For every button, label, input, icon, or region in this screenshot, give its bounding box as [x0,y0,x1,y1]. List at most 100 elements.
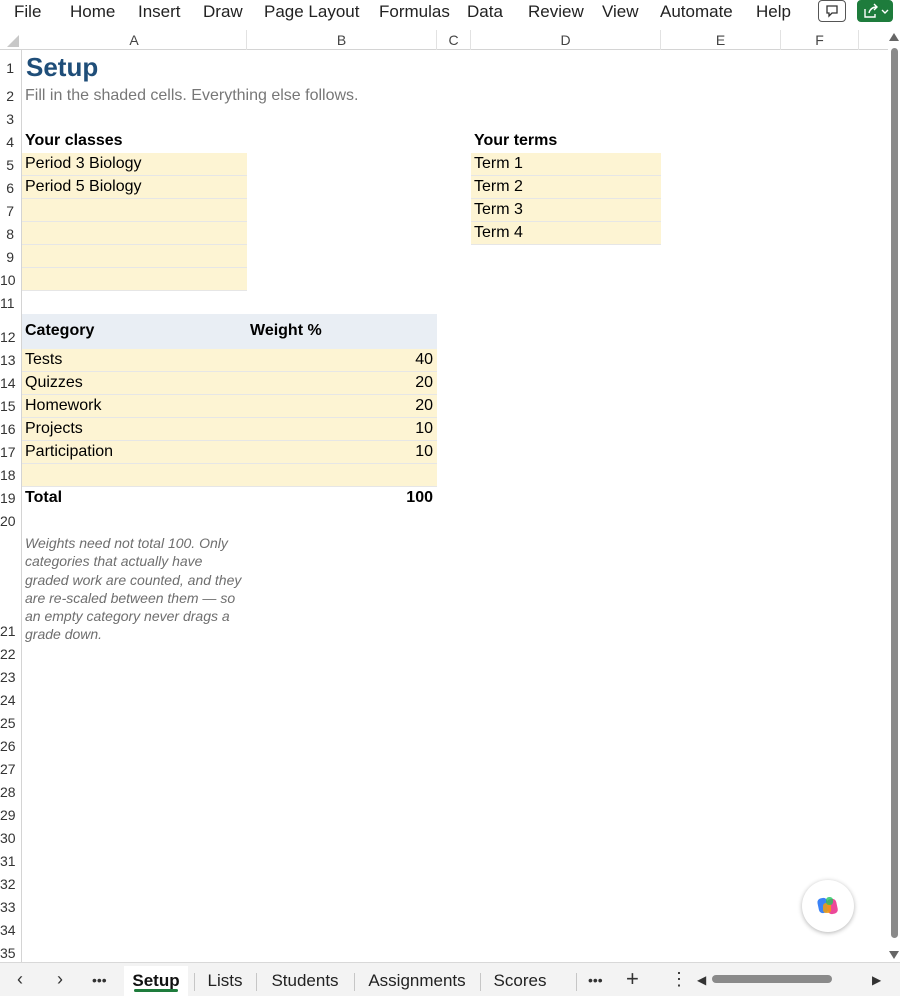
row-header[interactable]: 5 [0,157,22,173]
category-name-cell[interactable]: Participation [22,441,247,464]
category-header[interactable]: Category [22,320,247,342]
copilot-button[interactable] [802,880,854,932]
column-header-d[interactable]: D [471,30,661,50]
row-header[interactable]: 4 [0,134,22,150]
sheet-tab-assignments[interactable]: Assignments [356,966,478,996]
menu-help[interactable]: Help [756,2,791,22]
menu-automate[interactable]: Automate [660,2,733,22]
category-weight-cell[interactable]: 20 [247,395,437,418]
sheet-tab-lists[interactable]: Lists [196,966,254,996]
term-input-cell[interactable]: Term 4 [471,222,661,245]
total-label[interactable]: Total [22,487,247,509]
column-header-a[interactable]: A [22,30,247,50]
menu-data[interactable]: Data [467,2,503,22]
row-header[interactable]: 9 [0,249,22,265]
scroll-up-icon[interactable] [889,33,899,41]
add-sheet-icon[interactable]: + [626,966,639,992]
row-header[interactable]: 31 [0,853,22,869]
menu-view[interactable]: View [602,2,639,22]
column-header-b[interactable]: B [247,30,437,50]
next-sheet-icon[interactable]: › [57,969,63,990]
term-input-cell[interactable]: Term 1 [471,153,661,176]
row-header[interactable]: 10 [0,272,22,288]
row-header[interactable]: 24 [0,692,22,708]
menu-formulas[interactable]: Formulas [379,2,450,22]
term-input-cell[interactable]: Term 3 [471,199,661,222]
category-name-cell[interactable] [22,464,247,487]
row-header[interactable]: 29 [0,807,22,823]
class-input-cell[interactable]: Period 5 Biology [22,176,247,199]
row-header[interactable]: 16 [0,421,22,437]
category-weight-cell[interactable]: 10 [247,441,437,464]
row-header[interactable]: 34 [0,922,22,938]
row-header[interactable]: 15 [0,398,22,414]
comments-button[interactable] [818,0,846,22]
sheet-grid[interactable]: Setup Fill in the shaded cells. Everythi… [22,50,888,962]
row-header[interactable]: 1 [0,60,22,76]
category-name-cell[interactable]: Projects [22,418,247,441]
row-header[interactable]: 13 [0,352,22,368]
category-weight-cell[interactable] [247,464,437,487]
row-header[interactable]: 23 [0,669,22,685]
class-input-cell[interactable] [22,245,247,268]
prev-sheet-icon[interactable]: ‹ [17,969,23,990]
more-sheets-right-icon[interactable]: ••• [588,972,603,988]
scroll-right-icon[interactable]: ▶ [872,973,881,987]
row-header[interactable]: 30 [0,830,22,846]
more-sheets-left-icon[interactable]: ••• [92,972,107,988]
menu-insert[interactable]: Insert [138,2,181,22]
row-header[interactable]: 26 [0,738,22,754]
category-weight-cell[interactable]: 20 [247,372,437,395]
sheet-options-icon[interactable]: ⋮ [670,969,688,990]
category-weight-cell[interactable]: 40 [247,349,437,372]
row-header[interactable]: 27 [0,761,22,777]
row-header[interactable]: 12 [0,329,22,345]
scroll-left-icon[interactable]: ◀ [697,973,706,987]
row-header[interactable]: 2 [0,88,22,104]
total-value[interactable]: 100 [247,487,437,509]
sheet-tab-students[interactable]: Students [258,966,352,996]
classes-header[interactable]: Your classes [22,130,247,152]
row-header[interactable]: 6 [0,180,22,196]
row-header[interactable]: 35 [0,945,22,961]
row-header[interactable]: 33 [0,899,22,915]
menu-home[interactable]: Home [70,2,115,22]
scroll-down-icon[interactable] [889,951,899,959]
menu-review[interactable]: Review [528,2,584,22]
menu-draw[interactable]: Draw [203,2,243,22]
terms-header[interactable]: Your terms [471,130,661,152]
category-weight-cell[interactable]: 10 [247,418,437,441]
row-header[interactable]: 22 [0,646,22,662]
column-header-e[interactable]: E [661,30,781,50]
class-input-cell[interactable]: Period 3 Biology [22,153,247,176]
column-header-c[interactable]: C [437,30,471,50]
row-header[interactable]: 21 [0,623,22,639]
category-name-cell[interactable]: Tests [22,349,247,372]
sheet-title[interactable]: Setup [26,52,98,83]
sheet-tab-scores[interactable]: Scores [482,966,558,996]
row-header[interactable]: 7 [0,203,22,219]
menu-page-layout[interactable]: Page Layout [264,2,359,22]
category-name-cell[interactable]: Quizzes [22,372,247,395]
row-header[interactable]: 19 [0,490,22,506]
weight-header[interactable]: Weight % [247,320,437,342]
term-input-cell[interactable]: Term 2 [471,176,661,199]
share-button[interactable] [857,0,893,22]
class-input-cell[interactable] [22,222,247,245]
sheet-subtitle[interactable]: Fill in the shaded cells. Everything els… [25,87,359,105]
row-header[interactable]: 3 [0,111,22,127]
vertical-scroll-thumb[interactable] [891,48,898,938]
vertical-scrollbar[interactable] [888,30,900,962]
column-header-f[interactable]: F [781,30,859,50]
row-header[interactable]: 25 [0,715,22,731]
weights-note[interactable]: Weights need not total 100. Only categor… [25,534,247,644]
row-header[interactable]: 18 [0,467,22,483]
row-header[interactable]: 14 [0,375,22,391]
row-header[interactable]: 17 [0,444,22,460]
menu-file[interactable]: File [14,2,41,22]
sheet-tab-setup[interactable]: Setup [124,966,188,996]
class-input-cell[interactable] [22,199,247,222]
row-header[interactable]: 20 [0,513,22,529]
row-header[interactable]: 28 [0,784,22,800]
row-header[interactable]: 11 [0,295,22,311]
